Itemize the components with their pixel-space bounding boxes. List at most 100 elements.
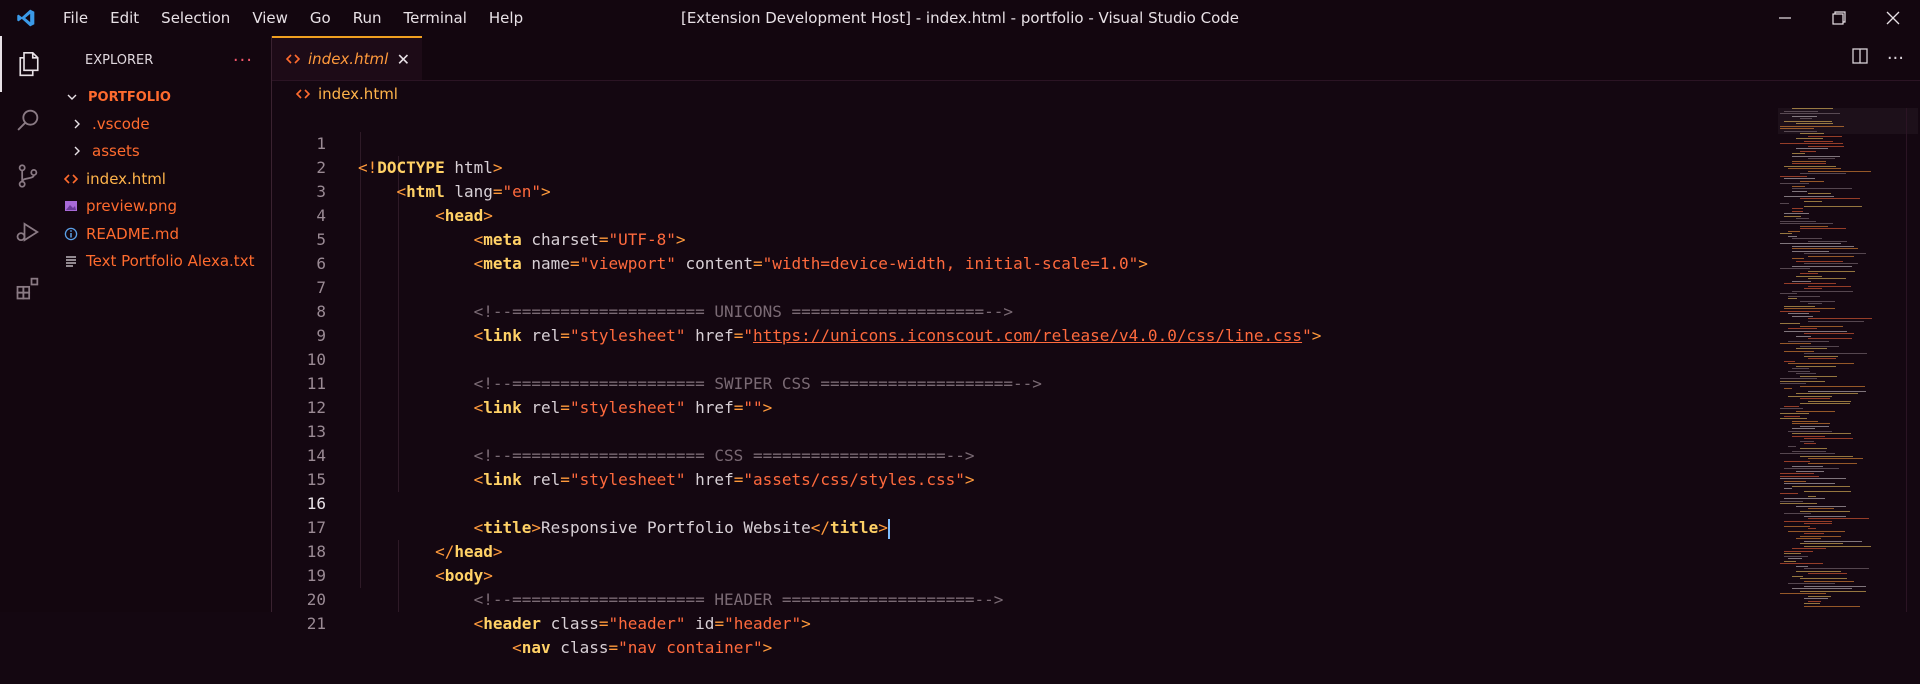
minimap-line bbox=[1780, 380, 1825, 382]
minimap-line bbox=[1780, 310, 1820, 312]
minimap-line bbox=[1784, 560, 1796, 562]
minimap-line bbox=[1796, 335, 1811, 337]
breadcrumb[interactable]: index.html bbox=[272, 80, 1920, 108]
tree-item-vscode[interactable]: .vscode bbox=[56, 110, 271, 138]
tree-item-label: index.html bbox=[86, 169, 166, 188]
minimap-line bbox=[1804, 140, 1833, 142]
minimap-line bbox=[1784, 555, 1808, 557]
menu-terminal[interactable]: Terminal bbox=[393, 0, 478, 36]
minimap-line bbox=[1784, 308, 1835, 309]
close-tab-icon[interactable]: ✕ bbox=[397, 50, 410, 69]
minimap-line bbox=[1796, 348, 1827, 349]
minimap-line bbox=[1788, 530, 1845, 532]
minimap-line bbox=[1804, 605, 1860, 607]
minimap[interactable] bbox=[1780, 108, 1906, 612]
minimap-line bbox=[1800, 440, 1814, 442]
minimap-line bbox=[1808, 528, 1816, 529]
tree-item-label: assets bbox=[92, 142, 140, 161]
menu-help[interactable]: Help bbox=[478, 0, 534, 36]
tab-label: index.html bbox=[308, 50, 389, 68]
minimap-line bbox=[1784, 525, 1810, 527]
minimap-line bbox=[1808, 390, 1866, 392]
minimap-line bbox=[1792, 258, 1804, 259]
minimap-line bbox=[1808, 255, 1854, 257]
html-file-icon bbox=[60, 173, 82, 185]
info-file-icon bbox=[60, 227, 82, 241]
title-bar: File Edit Selection View Go Run Terminal… bbox=[0, 0, 1920, 36]
tree-item-preview-png[interactable]: preview.png bbox=[56, 193, 271, 221]
minimap-line bbox=[1792, 108, 1833, 109]
sidebar-title: EXPLORER bbox=[85, 52, 154, 68]
code-line: 6 bbox=[272, 228, 1752, 273]
minimap-line bbox=[1804, 603, 1820, 604]
split-editor-icon[interactable] bbox=[1851, 47, 1869, 69]
minimap-line bbox=[1780, 493, 1798, 494]
minimap-line bbox=[1796, 373, 1816, 374]
minimap-line bbox=[1784, 120, 1832, 122]
tree-item-index-html[interactable]: index.html bbox=[56, 165, 271, 193]
minimap-line bbox=[1792, 368, 1809, 369]
explorer-sidebar: EXPLORER ··· PORTFOLIO .vscode assets in… bbox=[56, 36, 272, 612]
tree-item-text-portfolio[interactable]: Text Portfolio Alexa.txt bbox=[56, 248, 271, 276]
breadcrumb-file[interactable]: index.html bbox=[318, 85, 398, 103]
vertical-scrollbar[interactable] bbox=[1906, 108, 1920, 612]
menu-selection[interactable]: Selection bbox=[150, 0, 241, 36]
search-icon[interactable] bbox=[0, 92, 56, 148]
minimap-line bbox=[1804, 253, 1866, 254]
minimap-line bbox=[1792, 428, 1815, 429]
minimap-line bbox=[1808, 285, 1851, 287]
folder-root-portfolio[interactable]: PORTFOLIO bbox=[56, 84, 271, 110]
minimap-line bbox=[1784, 215, 1801, 217]
source-control-icon[interactable] bbox=[0, 148, 56, 204]
more-actions-icon[interactable]: ··· bbox=[1887, 48, 1904, 69]
tree-item-assets[interactable]: assets bbox=[56, 138, 271, 166]
minimap-line bbox=[1800, 325, 1843, 327]
minimap-line bbox=[1808, 135, 1842, 137]
minimap-line bbox=[1784, 305, 1815, 307]
menu-file[interactable]: File bbox=[52, 0, 99, 36]
minimize-button[interactable] bbox=[1758, 0, 1812, 36]
minimap-line bbox=[1784, 195, 1834, 197]
minimap-line bbox=[1808, 358, 1836, 359]
minimap-line bbox=[1788, 328, 1817, 329]
minimap-line bbox=[1788, 230, 1800, 232]
minimap-line bbox=[1784, 165, 1836, 167]
extensions-icon[interactable] bbox=[0, 260, 56, 316]
minimap-line bbox=[1808, 193, 1831, 194]
tree-item-label: Text Portfolio Alexa.txt bbox=[86, 252, 255, 271]
minimap-line bbox=[1788, 558, 1802, 559]
minimap-line bbox=[1792, 588, 1852, 589]
minimap-line bbox=[1792, 210, 1803, 212]
explorer-icon[interactable] bbox=[0, 36, 56, 92]
image-file-icon bbox=[60, 199, 82, 213]
minimap-line bbox=[1784, 110, 1818, 112]
minimap-line bbox=[1788, 363, 1854, 364]
minimap-line bbox=[1784, 513, 1811, 514]
minimap-line bbox=[1804, 263, 1858, 264]
more-actions-icon[interactable]: ··· bbox=[233, 50, 253, 71]
tree-item-label: .vscode bbox=[92, 114, 150, 133]
minimap-line bbox=[1808, 400, 1851, 402]
tree-item-readme[interactable]: README.md bbox=[56, 220, 271, 248]
minimap-line bbox=[1808, 270, 1855, 272]
vscode-logo-icon bbox=[0, 0, 52, 36]
menu-go[interactable]: Go bbox=[299, 0, 342, 36]
code-line-current: 16 <title>Responsive Portfolio Website</… bbox=[272, 468, 1752, 539]
menu-view[interactable]: View bbox=[241, 0, 299, 36]
restore-button[interactable] bbox=[1812, 0, 1866, 36]
editor-actions: ··· bbox=[1851, 36, 1904, 80]
menu-edit[interactable]: Edit bbox=[99, 0, 150, 36]
minimap-line bbox=[1792, 245, 1854, 247]
code-line: 8 <link rel="stylesheet" href="https://u… bbox=[272, 276, 1752, 345]
close-window-button[interactable] bbox=[1866, 0, 1920, 36]
code-editor[interactable]: 1 <!DOCTYPE html> 2 <html lang="en"> 3 <… bbox=[272, 108, 1772, 657]
run-debug-icon[interactable] bbox=[0, 204, 56, 260]
minimap-line bbox=[1780, 183, 1809, 184]
tab-index-html[interactable]: index.html ✕ bbox=[272, 36, 422, 80]
minimap-line bbox=[1808, 318, 1872, 319]
minimap-line bbox=[1800, 403, 1850, 404]
minimap-line bbox=[1788, 340, 1829, 342]
menu-run[interactable]: Run bbox=[342, 0, 393, 36]
minimap-line bbox=[1808, 508, 1834, 509]
minimap-line bbox=[1800, 345, 1839, 347]
